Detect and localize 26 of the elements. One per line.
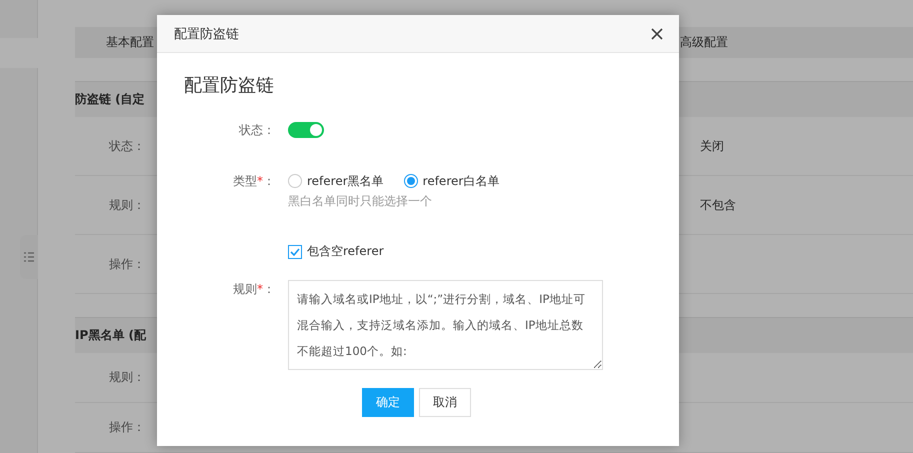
- rule-textarea[interactable]: 请输入域名或IP地址，以“;”进行分割，域名、IP地址可混合输入，支持泛域名添加。输入的域名、IP地址总数不能超过100个。如:: [288, 280, 603, 370]
- checkbox-option[interactable]: 包含空referer: [288, 243, 384, 260]
- close-icon[interactable]: [649, 26, 665, 42]
- radio-option[interactable]: referer白名单: [404, 172, 500, 190]
- row-label: 规则：: [108, 196, 145, 214]
- tab[interactable]: 基本配置: [106, 34, 154, 51]
- dialog-title: 配置防盗链: [174, 26, 240, 42]
- row-label: 操作：: [108, 256, 145, 272]
- tab[interactable]: 高级配置: [680, 34, 728, 51]
- row-value: 不包含: [700, 196, 737, 214]
- row-value: 关闭: [700, 138, 725, 154]
- radio-option[interactable]: referer黑名单: [288, 172, 384, 190]
- row-label: 操作：: [108, 419, 145, 436]
- field-label: 状态：: [238, 122, 275, 139]
- required-mark: *: [257, 174, 263, 188]
- checkbox[interactable]: [288, 244, 302, 258]
- cancel-button[interactable]: 取消: [419, 388, 471, 417]
- radio-icon[interactable]: [404, 174, 418, 188]
- row-label: 规则：: [108, 369, 145, 386]
- field-label: 类型*：: [232, 173, 275, 190]
- hint-text: 黑白名单同时只能选择一个: [288, 193, 433, 210]
- required-mark: *: [257, 282, 263, 296]
- radio-icon[interactable]: [288, 174, 302, 188]
- field-label: 规则*：: [232, 281, 275, 298]
- toggle-switch[interactable]: [288, 122, 324, 138]
- row-label: 状态：: [108, 138, 145, 154]
